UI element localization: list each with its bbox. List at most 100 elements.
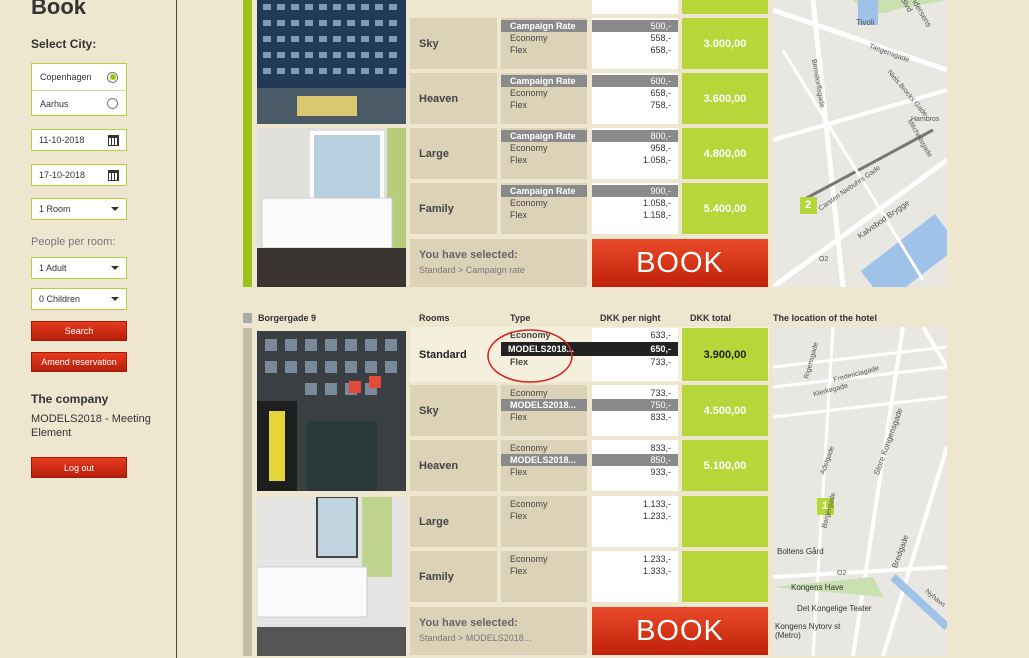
logout-button[interactable]: Log out: [31, 457, 127, 478]
room-total: 5.100,00: [682, 440, 768, 491]
room-total: 4.800,00: [682, 128, 768, 179]
hotel-location-map[interactable]: Rigensgade Fredericiagade Klerkegade Ade…: [773, 327, 947, 656]
map-label: O2: [837, 570, 847, 577]
selection-value: Standard > Campaign rate: [419, 265, 525, 275]
hotel-selected-stripe: [243, 0, 252, 287]
rate-type[interactable]: Campaign Rate: [501, 185, 587, 197]
people-per-room-label: People per room:: [31, 236, 116, 248]
chevron-down-icon: [111, 266, 119, 270]
checkin-date-field[interactable]: 11-10-2018: [31, 129, 127, 151]
room-total: [682, 496, 768, 547]
rate-price[interactable]: 733,-: [592, 356, 678, 368]
room-prices: 800,- 958,- 1.058,-: [592, 128, 678, 179]
rate-price[interactable]: 758,-: [592, 99, 678, 111]
selection-title: You have selected:: [419, 617, 518, 629]
rate-type[interactable]: Economy: [501, 442, 587, 454]
rate-price[interactable]: 1.058,-: [592, 197, 678, 209]
search-button[interactable]: Search: [31, 321, 127, 341]
rate-price[interactable]: 1.133,-: [592, 498, 678, 510]
room-total: 3.900,00: [682, 328, 768, 381]
amend-reservation-button[interactable]: Amend reservation: [31, 352, 127, 372]
rate-type[interactable]: Campaign Rate: [501, 75, 587, 87]
rooms-select[interactable]: 1 Room: [31, 198, 127, 220]
rate-type[interactable]: Campaign Rate: [501, 20, 587, 32]
rate-type[interactable]: Flex: [501, 99, 587, 111]
column-header-location: The location of the hotel: [773, 313, 877, 323]
map-marker-number[interactable]: 2: [805, 199, 811, 211]
rate-price[interactable]: 658,-: [592, 87, 678, 99]
city-option-label: Copenhagen: [40, 72, 92, 82]
column-header-rooms: Rooms: [419, 313, 450, 323]
rate-type[interactable]: Campaign Rate: [501, 130, 587, 142]
hotel-stripe: [243, 328, 252, 656]
rate-type[interactable]: Economy: [501, 32, 587, 44]
room-total: [682, 551, 768, 602]
rate-price[interactable]: 900,-: [592, 185, 678, 197]
chevron-down-icon: [111, 297, 119, 301]
rate-type[interactable]: MODELS2018...: [501, 454, 587, 466]
rate-type[interactable]: MODELS2018...: [501, 399, 587, 411]
hotel-photo-room: [257, 497, 406, 656]
children-select[interactable]: 0 Children: [31, 288, 127, 310]
city-option-copenhagen[interactable]: Copenhagen: [32, 64, 126, 90]
rate-price[interactable]: 1.333,-: [592, 565, 678, 577]
company-value: MODELS2018 - Meeting Element: [31, 413, 151, 439]
room-types: Campaign Rate Economy Flex: [501, 18, 587, 69]
rate-type[interactable]: Flex: [501, 44, 587, 56]
rate-type[interactable]: Flex: [501, 510, 587, 522]
rate-type[interactable]: Economy: [501, 387, 587, 399]
rate-price[interactable]: 800,-: [592, 130, 678, 142]
adults-select[interactable]: 1 Adult: [31, 257, 127, 279]
rate-price[interactable]: 850,-: [592, 454, 678, 466]
rate-type[interactable]: Flex: [501, 209, 587, 221]
rate-price[interactable]: 833,-: [592, 411, 678, 423]
hotel-address: Borgergade 9: [258, 313, 317, 323]
rate-price[interactable]: 1.158,-: [592, 209, 678, 221]
rate-price[interactable]: 733,-: [592, 387, 678, 399]
rate-type[interactable]: Economy: [501, 87, 587, 99]
room-types: Economy Flex: [501, 551, 587, 602]
map-marker-number[interactable]: 1: [822, 500, 828, 512]
room-name: Large: [410, 496, 497, 547]
building-facade-image: [257, 0, 406, 124]
rate-price[interactable]: 500,-: [592, 20, 678, 32]
room-prices: 833,- 850,- 933,-: [592, 440, 678, 491]
rate-price[interactable]: 833,-: [592, 442, 678, 454]
column-header-dkk-total: DKK total: [690, 313, 731, 323]
rate-price[interactable]: 933,-: [592, 466, 678, 478]
map-label: Boltens Gård: [777, 547, 824, 556]
rate-price[interactable]: 1.233,-: [592, 510, 678, 522]
rate-price[interactable]: 750,-: [592, 399, 678, 411]
rate-price[interactable]: 1.233,-: [592, 553, 678, 565]
calendar-icon[interactable]: [108, 134, 119, 146]
rate-price[interactable]: 1.058,-: [592, 154, 678, 166]
rate-type[interactable]: Flex: [501, 154, 587, 166]
rate-type[interactable]: Flex: [501, 466, 587, 478]
radio-icon[interactable]: [107, 98, 118, 109]
hotel-location-map[interactable]: Tivoli Andersens Blvd Tietgensgade Berns…: [773, 0, 947, 287]
rate-type[interactable]: Flex: [501, 411, 587, 423]
hotel-photo-facade: [257, 331, 406, 491]
page-title: Book: [31, 0, 86, 19]
book-button[interactable]: BOOK: [592, 607, 768, 655]
city-option-aarhus[interactable]: Aarhus: [32, 90, 126, 116]
rate-price[interactable]: 958,-: [592, 142, 678, 154]
price-cell-partial: [592, 0, 678, 14]
annotation-circle: [487, 329, 573, 383]
rate-type[interactable]: Flex: [501, 565, 587, 577]
room-name: Heaven: [410, 440, 497, 491]
rate-type[interactable]: Economy: [501, 142, 587, 154]
rate-price[interactable]: 658,-: [592, 44, 678, 56]
room-name: Sky: [410, 385, 497, 436]
rate-price[interactable]: 600,-: [592, 75, 678, 87]
book-button[interactable]: BOOK: [592, 239, 768, 287]
rate-price[interactable]: 558,-: [592, 32, 678, 44]
hotel-checkbox-stripe[interactable]: [243, 313, 252, 323]
calendar-icon[interactable]: [108, 169, 119, 181]
rate-type[interactable]: Economy: [501, 197, 587, 209]
rate-price[interactable]: 633,-: [592, 329, 678, 341]
rate-type[interactable]: Economy: [501, 498, 587, 510]
checkout-date-field[interactable]: 17-10-2018: [31, 164, 127, 186]
radio-selected-icon[interactable]: [107, 71, 118, 83]
rate-type[interactable]: Economy: [501, 553, 587, 565]
